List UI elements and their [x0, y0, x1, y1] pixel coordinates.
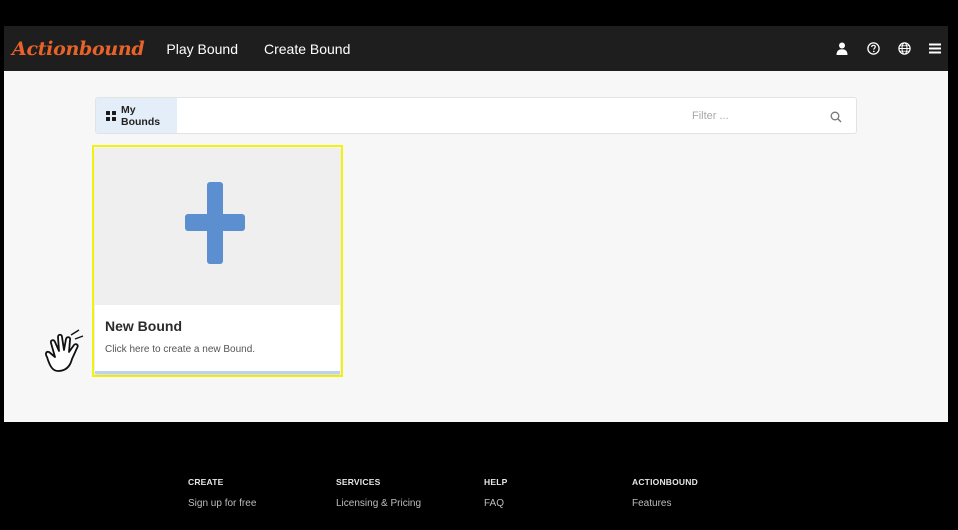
footer-link-signup[interactable]: Sign up for free — [188, 498, 256, 509]
footer-col-services: SERVICES Licensing & Pricing — [336, 477, 421, 509]
footer-col-actionbound: ACTIONBOUND Features — [632, 477, 698, 509]
menu-icon[interactable] — [928, 42, 942, 56]
nav-create-bound[interactable]: Create Bound — [264, 41, 350, 57]
grid-icon — [106, 110, 116, 121]
filter-input[interactable] — [692, 107, 802, 125]
page-footer: CREATE Sign up for free SERVICES Licensi… — [4, 422, 948, 530]
card-title: New Bound — [105, 318, 182, 334]
footer-heading: ACTIONBOUND — [632, 477, 698, 487]
actionbound-logo[interactable]: Actionbound — [12, 38, 145, 60]
plus-icon-horizontal — [185, 214, 245, 231]
bounds-toolbar: My Bounds — [95, 97, 857, 134]
pointing-hand-icon — [45, 329, 84, 372]
card-bottom-bar — [95, 371, 340, 374]
footer-link-faq[interactable]: FAQ — [484, 498, 507, 509]
search-icon[interactable] — [830, 110, 842, 123]
tab-my-bounds[interactable]: My Bounds — [96, 98, 177, 133]
main-content: My Bounds New Bound Click here to create… — [4, 71, 948, 422]
card-description: Click here to create a new Bound. — [105, 344, 256, 355]
footer-link-pricing[interactable]: Licensing & Pricing — [336, 498, 421, 509]
user-icon[interactable] — [835, 42, 849, 56]
top-navbar: Actionbound Play Bound Create Bound — [4, 26, 948, 71]
nav-play-bound[interactable]: Play Bound — [166, 41, 238, 57]
footer-link-features[interactable]: Features — [632, 498, 698, 509]
screen-top-border — [0, 0, 958, 26]
footer-col-help: HELP FAQ — [484, 477, 507, 509]
globe-icon[interactable] — [897, 42, 911, 56]
footer-heading: CREATE — [188, 477, 224, 487]
footer-heading: SERVICES — [336, 477, 381, 487]
footer-col-create: CREATE Sign up for free — [188, 477, 256, 509]
footer-heading: HELP — [484, 477, 508, 487]
tab-my-bounds-label: My Bounds — [121, 103, 161, 128]
new-bound-card[interactable]: New Bound Click here to create a new Bou… — [95, 148, 340, 374]
card-image — [95, 148, 340, 305]
help-icon[interactable] — [866, 42, 880, 56]
navbar-icons — [835, 26, 942, 71]
